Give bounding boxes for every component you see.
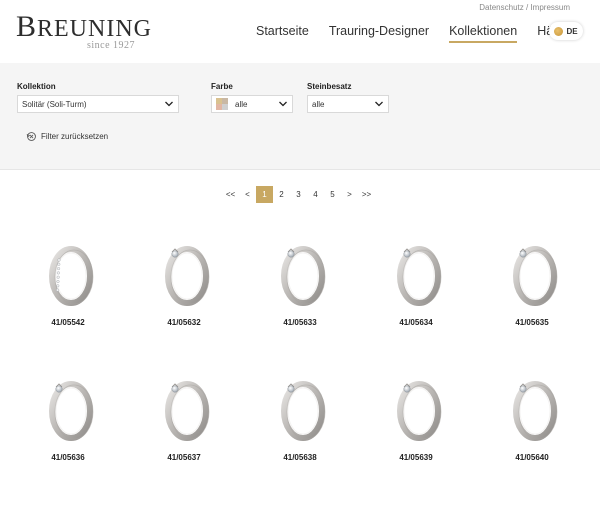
pagination-page-5[interactable]: 5 [324,186,341,203]
meta-separator: / [525,3,529,12]
stones-select-value: alle [312,99,325,109]
product-card[interactable]: 41/05636 [28,373,108,462]
collection-select[interactable]: Solitär (Soli-Turm) [17,95,179,113]
product-card[interactable]: 41/05638 [260,373,340,462]
chevron-down-icon [279,101,287,107]
product-card[interactable]: 41/05632 [144,238,224,327]
nav-item-startseite[interactable]: Startseite [256,24,309,38]
product-code[interactable]: 41/05634 [376,318,456,327]
chevron-down-icon [165,101,173,107]
product-code[interactable]: 41/05635 [492,318,572,327]
logo-initial: B [16,10,38,43]
pagination-page-3[interactable]: 3 [290,186,307,203]
ring-image[interactable] [502,238,562,308]
product-code[interactable]: 41/05633 [260,318,340,327]
product-card[interactable]: 41/05633 [260,238,340,327]
logo-wordmark: BREUNING [16,12,152,42]
filter-color-label: Farbe [211,82,233,91]
pagination-next[interactable]: > [341,186,358,203]
brand-logo[interactable]: BREUNING since 1927 [16,12,152,52]
stones-select[interactable]: alle [307,95,389,113]
filter-reset-label: Filter zurücksetzen [41,132,109,141]
logo-rest: REUNING [37,16,153,42]
ring-image[interactable] [154,238,214,308]
imprint-link[interactable]: Impressum [530,3,570,12]
privacy-link[interactable]: Datenschutz [479,3,523,12]
product-code[interactable]: 41/05636 [28,453,108,462]
product-code[interactable]: 41/05639 [376,453,456,462]
ring-image[interactable] [386,373,446,443]
filter-reset-button[interactable]: Filter zurücksetzen [26,131,108,142]
product-code[interactable]: 41/05640 [492,453,572,462]
pagination-prev[interactable]: < [239,186,256,203]
pagination-last[interactable]: >> [358,186,375,203]
pagination-first[interactable]: << [222,186,239,203]
chevron-down-icon [375,101,383,107]
ring-image[interactable] [502,373,562,443]
product-card[interactable]: 41/05634 [376,238,456,327]
filter-stones: Steinbesatz alle [307,82,389,113]
product-card[interactable]: 41/05635 [492,238,572,327]
product-card[interactable]: 41/05637 [144,373,224,462]
product-code[interactable]: 41/05638 [260,453,340,462]
nav-item-trauring-designer[interactable]: Trauring-Designer [329,24,429,38]
ring-image[interactable] [38,238,98,308]
pagination-page-4[interactable]: 4 [307,186,324,203]
color-select[interactable]: alle [211,95,293,113]
filter-panel: Kollektion Solitär (Soli-Turm) Farbe all… [0,63,600,170]
nav-item-kollektionen[interactable]: Kollektionen [449,24,518,43]
reset-icon [26,132,36,141]
filter-collection-label: Kollektion [17,82,56,91]
pagination-page-1[interactable]: 1 [256,186,273,203]
ring-image[interactable] [154,373,214,443]
pagination-page-2[interactable]: 2 [273,186,290,203]
product-card[interactable]: 41/05639 [376,373,456,462]
product-card[interactable]: 41/05542 [28,238,108,327]
logo-tagline: since 1927 [87,40,136,51]
meta-links: Datenschutz / Impressum [479,3,570,12]
filter-collection: Kollektion Solitär (Soli-Turm) [17,82,179,113]
ring-image[interactable] [386,238,446,308]
color-select-value: alle [235,99,248,109]
language-switcher[interactable]: DE [549,22,583,40]
filter-stones-label: Steinbesatz [307,82,352,91]
ring-image[interactable] [270,373,330,443]
globe-icon [554,26,564,36]
filter-color: Farbe alle [211,82,293,113]
product-code[interactable]: 41/05632 [144,318,224,327]
product-card[interactable]: 41/05640 [492,373,572,462]
ring-image[interactable] [270,238,330,308]
ring-image[interactable] [38,373,98,443]
color-swatch-icon [216,98,228,110]
collection-select-value: Solitär (Soli-Turm) [22,99,87,109]
product-code[interactable]: 41/05637 [144,453,224,462]
pagination: << < 1 2 3 4 5 > >> [222,186,375,203]
language-code: DE [566,26,578,36]
product-code[interactable]: 41/05542 [28,318,108,327]
